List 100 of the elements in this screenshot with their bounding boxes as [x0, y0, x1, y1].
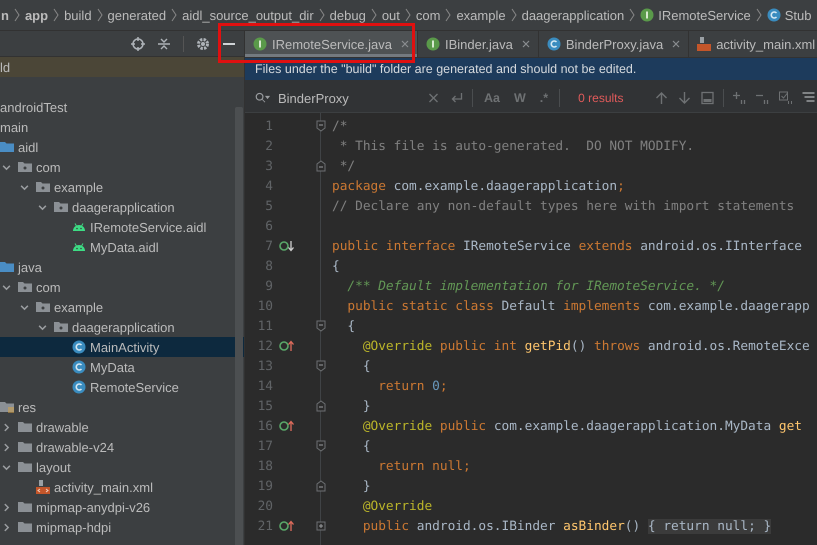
tree-item[interactable]: example [0, 297, 244, 317]
expanded-chevron-icon[interactable] [2, 162, 10, 172]
expanded-chevron-icon[interactable] [38, 202, 46, 212]
tree-item-label: com [36, 160, 61, 174]
breadcrumb-item[interactable]: out [382, 8, 400, 22]
tree-item[interactable]: mipmap-hdpi [0, 517, 244, 537]
tree-item[interactable]: MyData [0, 357, 244, 377]
tree-item[interactable]: androidTest [0, 97, 244, 117]
code-line: } [362, 398, 371, 414]
interface-icon [640, 8, 654, 22]
expand-fold-icon[interactable] [316, 520, 326, 532]
locate-icon[interactable] [131, 36, 145, 50]
fold-icon[interactable] [316, 440, 326, 452]
tree-item-label: MyData.aidl [90, 240, 159, 254]
tree-item[interactable]: example [0, 177, 244, 197]
line-number: 16 [256, 418, 273, 434]
override-marker-icon[interactable] [279, 420, 295, 432]
editor-tab[interactable]: IRemoteService.java [245, 31, 418, 57]
add-occurrence-icon[interactable] [732, 91, 746, 105]
chevron-icon [14, 8, 20, 22]
collapse-icon[interactable] [157, 36, 171, 50]
breadcrumb-item[interactable]: n [1, 8, 9, 22]
tree-item[interactable]: drawable [0, 417, 244, 437]
fold-icon[interactable] [316, 160, 326, 172]
tree-item[interactable]: IRemoteService.aidl [0, 217, 244, 237]
breadcrumb-item[interactable]: generated [108, 8, 166, 22]
breadcrumb-item[interactable]: daagerapplication [522, 8, 624, 22]
breadcrumb-item[interactable]: aidl_source_output_dir [182, 8, 314, 22]
collapsed-chevron-icon[interactable] [2, 422, 10, 432]
tree-item[interactable]: mipmap-anydpi-v26 [0, 497, 244, 517]
close-icon[interactable] [672, 40, 680, 48]
tree-item[interactable]: com [0, 277, 244, 297]
chevron-icon [96, 8, 103, 22]
collapsed-chevron-icon[interactable] [2, 442, 10, 452]
expanded-chevron-icon[interactable] [2, 462, 10, 472]
editor-tab[interactable]: BinderProxy.java [538, 31, 690, 57]
tree-item-label: ld [0, 60, 10, 74]
tree-item-label: IRemoteService.aidl [90, 220, 206, 234]
override-marker-icon[interactable] [279, 340, 295, 352]
tree-item-label: java [18, 260, 42, 274]
clear-icon[interactable] [426, 91, 441, 105]
arrow-down-icon[interactable] [676, 91, 692, 105]
tree-item-label: daagerapplication [72, 320, 175, 334]
tree-item[interactable]: MainActivity [0, 337, 244, 357]
tree-item[interactable]: ld [0, 57, 244, 77]
code-line: { [346, 318, 356, 334]
tree-item-label: androidTest [0, 100, 68, 114]
tree-item[interactable]: layout [0, 457, 244, 477]
chevron-icon [53, 8, 60, 22]
expanded-chevron-icon[interactable] [20, 302, 28, 312]
search-icon[interactable] [255, 91, 270, 105]
tree-item[interactable]: res [0, 397, 244, 417]
breadcrumb-item[interactable]: build [64, 8, 92, 22]
override-marker-icon[interactable] [279, 520, 295, 532]
tree-item[interactable]: daagerapplication [0, 317, 244, 337]
breadcrumb-item[interactable]: Stub [766, 8, 812, 22]
new-line-icon[interactable] [449, 91, 464, 105]
fold-icon[interactable] [316, 480, 326, 492]
interface-icon [253, 37, 267, 51]
tree-item[interactable]: daagerapplication [0, 197, 244, 217]
code-line: /** Default implementation for IRemoteService. */ [346, 278, 725, 294]
tree-item-label: daagerapplication [72, 200, 175, 214]
collapsed-chevron-icon[interactable] [2, 502, 10, 512]
layout-file-icon [36, 480, 50, 494]
expanded-chevron-icon[interactable] [20, 182, 28, 192]
filter-icon[interactable] [800, 91, 816, 105]
select-all-icon[interactable] [778, 91, 792, 105]
close-icon[interactable] [400, 40, 409, 48]
chevron-icon [318, 8, 325, 22]
search-field[interactable]: BinderProxy [278, 90, 418, 106]
fold-icon[interactable] [316, 320, 326, 332]
fold-icon[interactable] [316, 360, 326, 372]
expanded-chevron-icon[interactable] [38, 322, 46, 332]
breadcrumb-item[interactable]: app [24, 8, 48, 22]
editor-tab[interactable]: IBinder.java [418, 31, 539, 57]
tree-item[interactable]: java [0, 257, 244, 277]
settings-icon[interactable] [196, 36, 210, 50]
expanded-chevron-icon[interactable] [2, 282, 10, 292]
fold-icon[interactable] [316, 400, 326, 412]
collapsed-chevron-icon[interactable] [2, 522, 10, 532]
tree-item[interactable]: main [0, 117, 244, 137]
breadcrumb-item[interactable]: com [416, 8, 440, 22]
layout-file-icon [697, 37, 712, 51]
square-icon[interactable] [700, 91, 714, 105]
implemented-marker-icon[interactable] [279, 240, 295, 252]
tree-item[interactable]: MyData.aidl [0, 237, 244, 257]
tree-item[interactable]: drawable-v24 [0, 437, 244, 457]
scrollbar[interactable] [235, 107, 243, 545]
editor-tab[interactable]: activity_main.xml [689, 31, 817, 57]
breadcrumb-item[interactable]: debug [330, 8, 366, 22]
tree-item[interactable]: RemoteService [0, 377, 244, 397]
tree-item[interactable]: aidl [0, 137, 244, 157]
fold-icon[interactable] [316, 120, 326, 132]
arrow-up-icon[interactable] [654, 91, 668, 105]
breadcrumb-item[interactable]: IRemoteService [640, 8, 751, 22]
tree-item[interactable]: activity_main.xml [0, 477, 244, 497]
breadcrumb-item[interactable]: example [456, 8, 506, 22]
tree-item[interactable]: com [0, 157, 244, 177]
class-icon [546, 37, 561, 51]
close-icon[interactable] [522, 40, 530, 48]
